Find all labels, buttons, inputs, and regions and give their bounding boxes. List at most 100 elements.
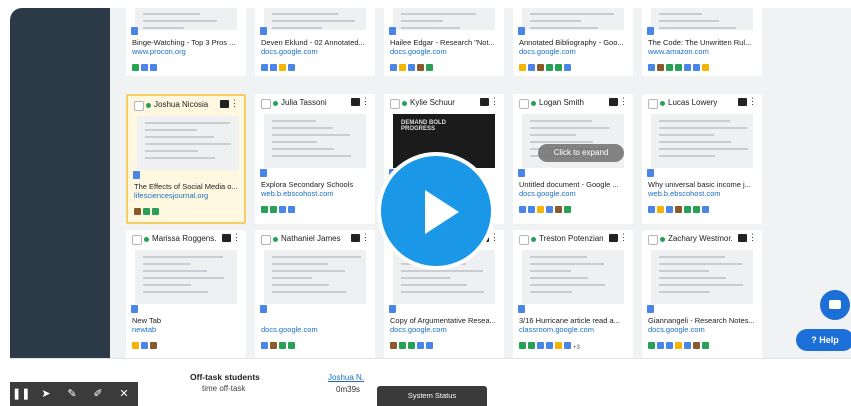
tab-icon[interactable] — [261, 342, 268, 349]
screen-thumbnail[interactable] — [264, 114, 366, 168]
close-icon[interactable]: ✕ — [115, 386, 133, 402]
student-card[interactable]: Treston Potenziani ⋮ 3/16 Hurricane articl… — [513, 230, 633, 360]
tab-icon[interactable] — [648, 64, 655, 71]
more-menu-icon[interactable]: ⋮ — [748, 232, 757, 242]
message-icon[interactable] — [351, 98, 360, 106]
tab-icon[interactable] — [279, 64, 286, 71]
tab-icon[interactable] — [555, 342, 562, 349]
screen-thumbnail[interactable] — [393, 8, 495, 30]
student-card[interactable]: Annotated Bibliography - Goo... docs.goog… — [513, 8, 633, 76]
screen-thumbnail[interactable] — [135, 250, 237, 304]
tab-icon[interactable] — [279, 342, 286, 349]
tab-icon[interactable] — [702, 206, 709, 213]
tab-icon[interactable] — [693, 64, 700, 71]
tab-icon[interactable] — [390, 342, 397, 349]
tab-icon[interactable] — [648, 342, 655, 349]
pause-icon[interactable]: ❚❚ — [12, 386, 30, 402]
chat-button[interactable] — [820, 290, 850, 320]
tab-icon[interactable] — [702, 64, 709, 71]
tab-icon[interactable] — [564, 64, 571, 71]
tab-icon[interactable] — [150, 64, 157, 71]
tab-icon[interactable] — [648, 206, 655, 213]
pointer-icon[interactable]: ➤ — [37, 386, 55, 402]
tab-icon[interactable] — [684, 342, 691, 349]
tab-icon[interactable] — [666, 342, 673, 349]
tab-icon[interactable] — [279, 206, 286, 213]
more-menu-icon[interactable]: ⋮ — [361, 232, 370, 242]
tab-icon[interactable] — [143, 208, 150, 215]
tab-icon[interactable] — [675, 206, 682, 213]
select-checkbox[interactable] — [648, 235, 658, 245]
tab-icon[interactable] — [417, 64, 424, 71]
student-card[interactable]: Joshua Nicosia ⋮ The Effects of Social Med… — [126, 94, 246, 224]
tab-icon[interactable] — [657, 206, 664, 213]
message-icon[interactable] — [220, 100, 229, 108]
student-card[interactable]: Nathaniel James ⋮ docs.google.com — [255, 230, 375, 360]
tab-icon[interactable] — [546, 342, 553, 349]
tab-icon[interactable] — [150, 342, 157, 349]
highlighter-icon[interactable]: ✐ — [89, 386, 107, 402]
tab-icon[interactable] — [528, 206, 535, 213]
tab-icon[interactable] — [519, 206, 526, 213]
tab-icon[interactable] — [141, 342, 148, 349]
tab-icon[interactable] — [693, 342, 700, 349]
screen-thumbnail[interactable] — [651, 250, 753, 304]
student-card[interactable]: Julia Tassoni ⋮ Explora Secondary Schools w… — [255, 94, 375, 224]
more-menu-icon[interactable]: ⋮ — [361, 96, 370, 106]
tab-icon[interactable] — [399, 64, 406, 71]
select-checkbox[interactable] — [648, 99, 658, 109]
tab-icon[interactable] — [261, 64, 268, 71]
student-card[interactable]: Marissa Roggens... ⋮ New Tab newtab — [126, 230, 246, 360]
select-checkbox[interactable] — [261, 99, 271, 109]
tab-icon[interactable] — [270, 206, 277, 213]
student-card[interactable]: Deven Eklund - 02 Annotated... docs.googl… — [255, 8, 375, 76]
message-icon[interactable] — [480, 98, 489, 106]
tab-icon[interactable] — [555, 206, 562, 213]
tab-icon[interactable] — [519, 64, 526, 71]
message-icon[interactable] — [738, 98, 747, 106]
screen-thumbnail[interactable] — [264, 250, 366, 304]
student-card[interactable]: Lucas Lowery ⋮ Why universal basic income … — [642, 94, 762, 224]
tab-icon[interactable] — [684, 206, 691, 213]
message-icon[interactable] — [609, 98, 618, 106]
play-button[interactable] — [377, 152, 495, 270]
screen-thumbnail[interactable] — [137, 116, 239, 170]
tab-icon[interactable] — [408, 342, 415, 349]
screen-thumbnail[interactable] — [522, 250, 624, 304]
more-menu-icon[interactable]: ⋮ — [619, 96, 628, 106]
screen-thumbnail[interactable] — [651, 8, 753, 30]
tab-icon[interactable] — [528, 64, 535, 71]
tab-icon[interactable] — [270, 342, 277, 349]
screen-thumbnail[interactable] — [264, 8, 366, 30]
student-card[interactable]: The Code: The Unwritten Rul... www.amazon… — [642, 8, 762, 76]
select-checkbox[interactable] — [390, 99, 400, 109]
pen-icon[interactable]: ✎ — [63, 386, 81, 402]
tab-icon[interactable] — [537, 64, 544, 71]
select-checkbox[interactable] — [134, 101, 144, 111]
tab-icon[interactable] — [675, 64, 682, 71]
tab-icon[interactable] — [684, 64, 691, 71]
tab-icon[interactable] — [417, 342, 424, 349]
message-icon[interactable] — [609, 234, 618, 242]
more-menu-icon[interactable]: ⋮ — [490, 96, 499, 106]
message-icon[interactable] — [738, 234, 747, 242]
tab-icon[interactable] — [519, 342, 526, 349]
screen-thumbnail[interactable] — [522, 8, 624, 30]
tab-icon[interactable] — [666, 206, 673, 213]
message-icon[interactable] — [351, 234, 360, 242]
system-status-tab[interactable]: System Status — [377, 386, 487, 406]
tab-icon[interactable] — [390, 64, 397, 71]
offtask-student-link[interactable]: Joshua N. — [328, 373, 364, 382]
tab-icon[interactable] — [426, 64, 433, 71]
tab-icon[interactable] — [564, 342, 571, 349]
tab-icon[interactable] — [261, 206, 268, 213]
select-checkbox[interactable] — [519, 235, 529, 245]
tab-icon[interactable] — [288, 64, 295, 71]
more-menu-icon[interactable]: ⋮ — [490, 232, 499, 242]
more-menu-icon[interactable]: ⋮ — [619, 232, 628, 242]
tab-icon[interactable] — [270, 64, 277, 71]
tab-icon[interactable] — [288, 342, 295, 349]
tab-icon[interactable] — [132, 64, 139, 71]
click-to-expand-button[interactable]: Click to expand — [538, 144, 624, 162]
tab-icon[interactable] — [675, 342, 682, 349]
